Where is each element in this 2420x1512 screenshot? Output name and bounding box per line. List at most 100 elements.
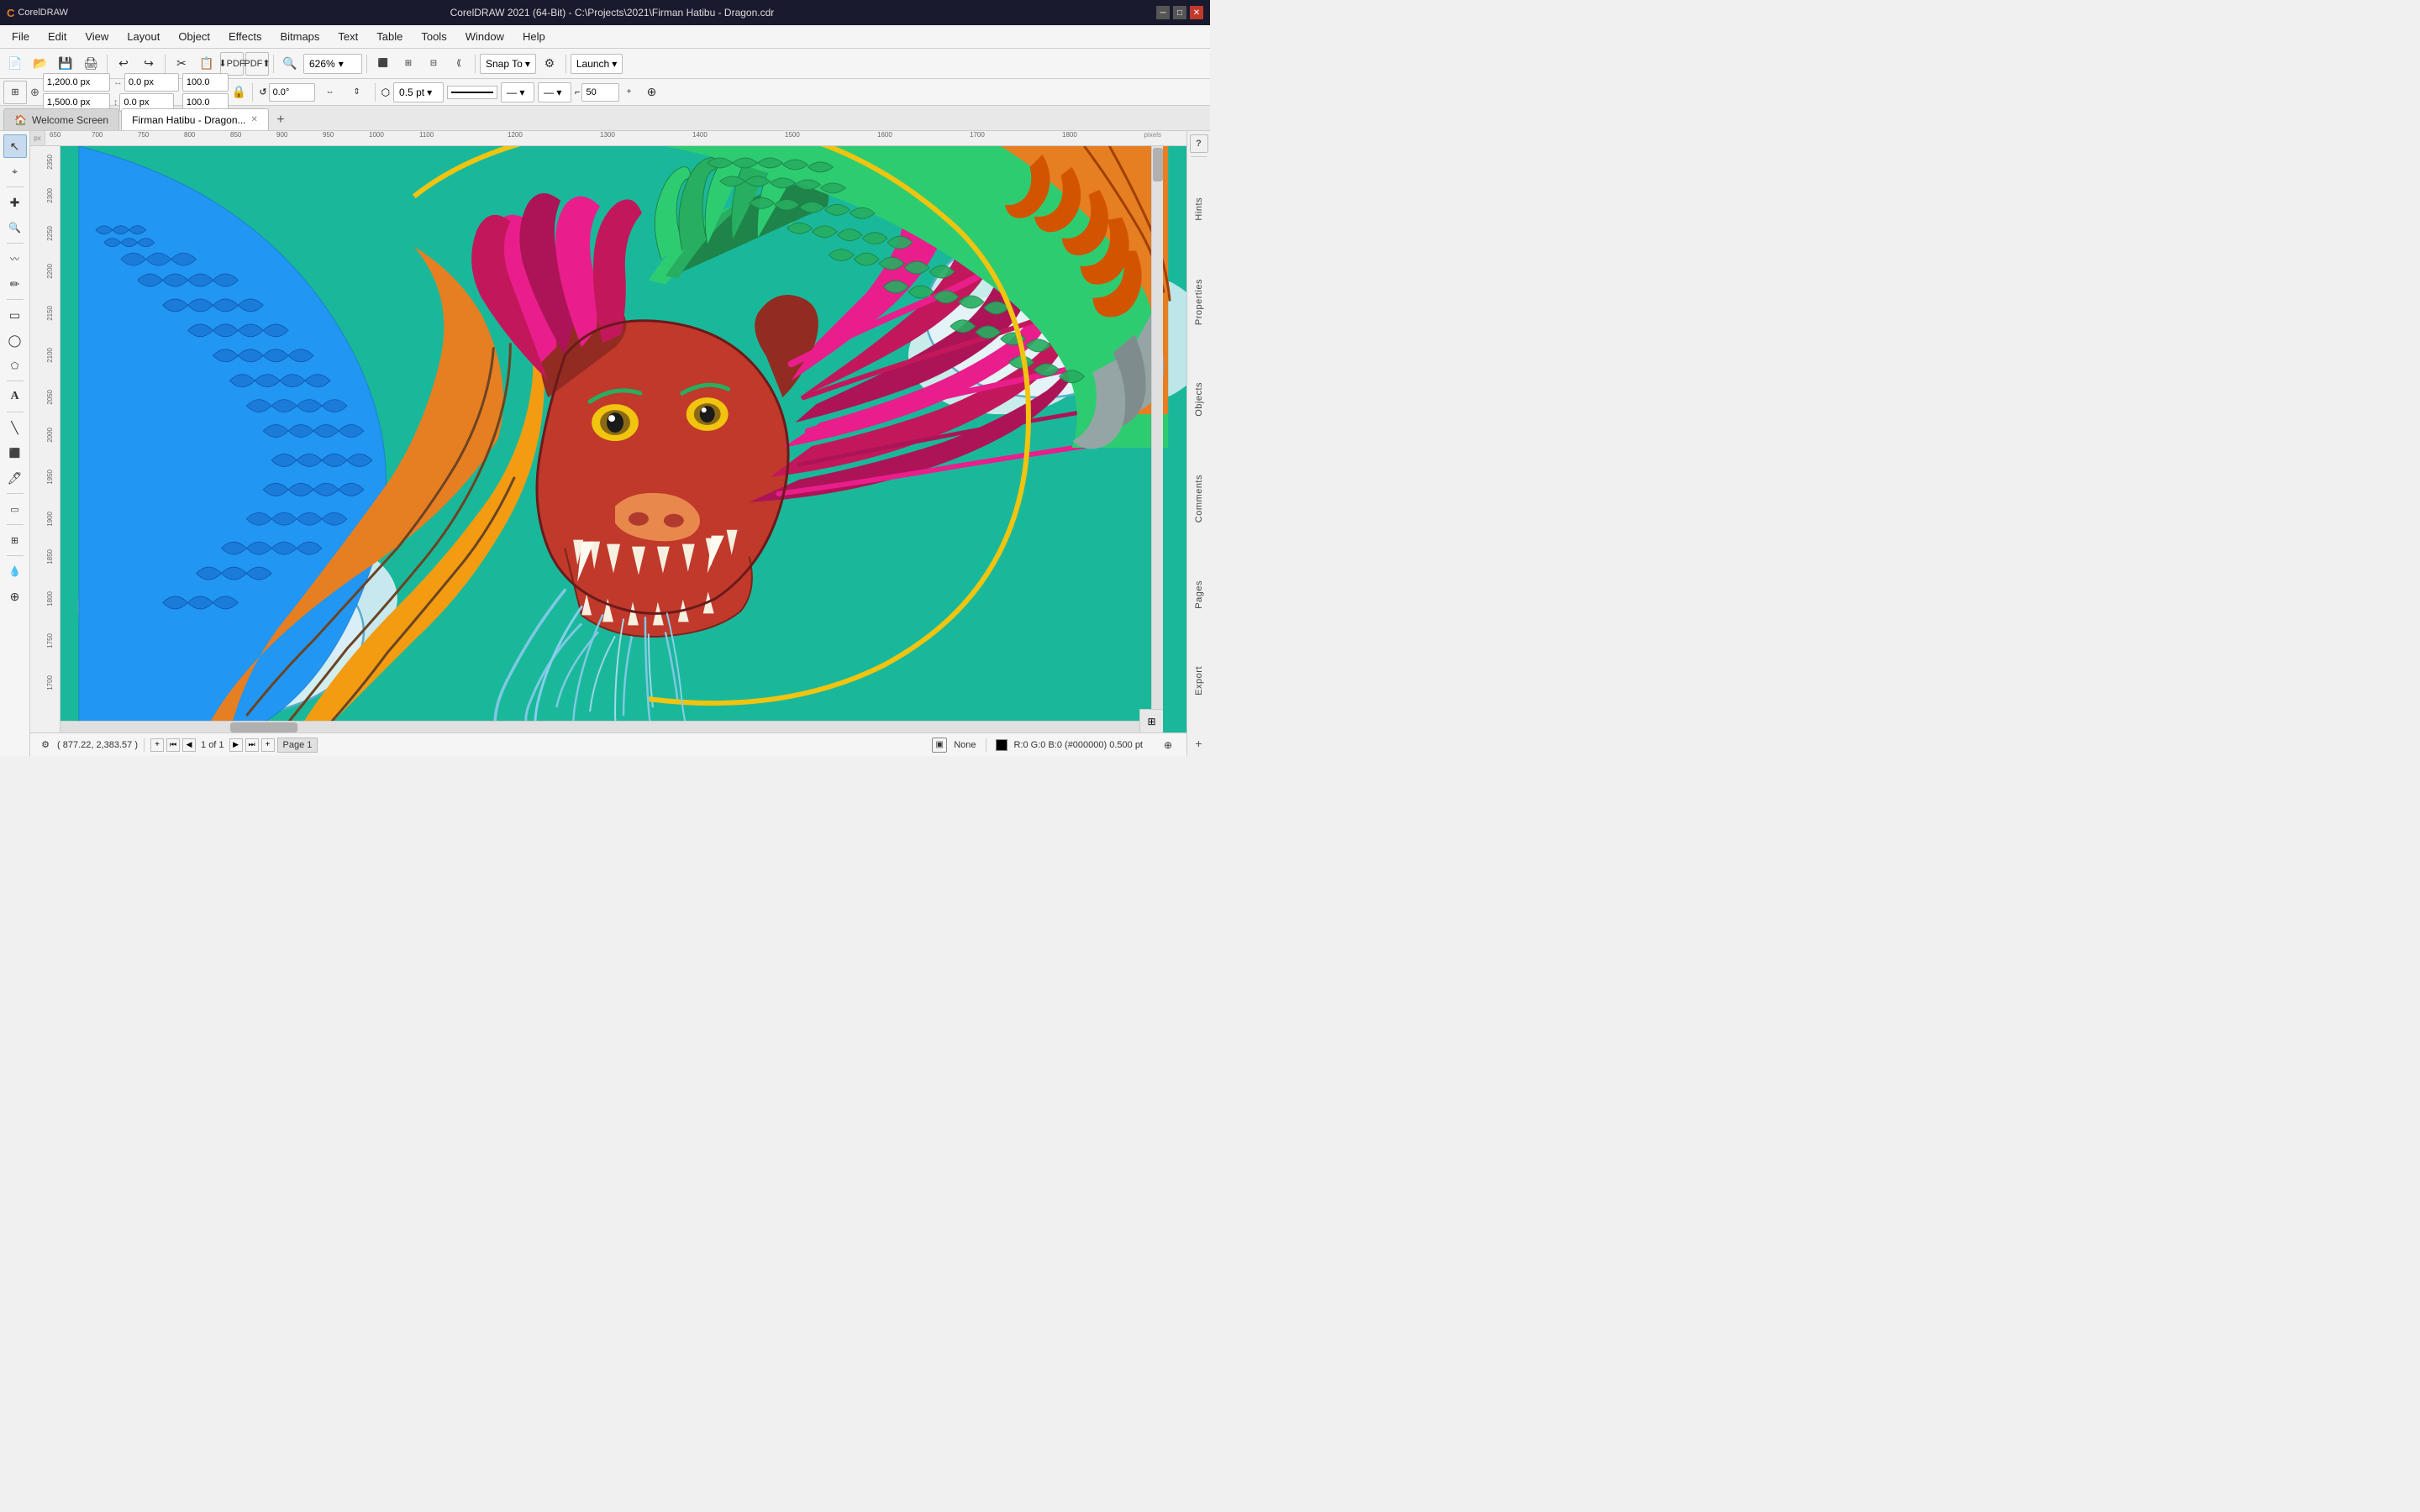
undo-button[interactable]: ↩ — [112, 52, 135, 76]
menu-file[interactable]: File — [3, 27, 38, 46]
crop-tool-button[interactable]: ✚ — [3, 191, 27, 214]
x-position-input[interactable] — [43, 73, 110, 92]
ruler-mark-1200: 1200 — [508, 131, 523, 139]
horizontal-scrollbar[interactable] — [60, 721, 1163, 732]
view3-button[interactable]: ⊟ — [422, 52, 445, 76]
flip-h-button[interactable]: ⇔ — [318, 81, 342, 104]
transparency-tool-button[interactable]: ⊞ — [3, 528, 27, 552]
corner-size-input[interactable] — [581, 83, 619, 102]
menu-help[interactable]: Help — [514, 27, 554, 46]
snap-dropdown[interactable]: Snap To ▾ — [480, 54, 536, 74]
print-button[interactable]: 🖨 — [79, 52, 103, 76]
pages-label[interactable]: Pages — [1192, 575, 1206, 614]
add-panel-button[interactable]: + — [1190, 734, 1208, 753]
select-tool-button[interactable]: ↖ — [3, 134, 27, 158]
arrow-start-dropdown[interactable]: — ▾ — [538, 82, 571, 102]
menu-bitmaps[interactable]: Bitmaps — [271, 27, 328, 46]
prev-page-button[interactable]: ◀ — [182, 738, 196, 752]
stroke-size-dropdown[interactable]: 0.5 pt ▾ — [393, 82, 444, 102]
ruler-left-mark-2200: 2200 — [46, 264, 54, 279]
width-pct-input[interactable] — [182, 73, 229, 92]
add-tab-button[interactable]: + — [271, 110, 291, 130]
save-button[interactable]: 💾 — [54, 52, 77, 76]
menu-table[interactable]: Table — [368, 27, 411, 46]
properties-label[interactable]: Properties — [1192, 274, 1206, 330]
tab-dragon[interactable]: Firman Hatibu - Dragon... ✕ — [121, 108, 269, 130]
menu-layout[interactable]: Layout — [118, 27, 168, 46]
settings-button[interactable]: ⚙ — [538, 52, 561, 76]
export-label[interactable]: Export — [1192, 661, 1206, 701]
hints-label[interactable]: Hints — [1192, 192, 1206, 226]
redo-button[interactable]: ↪ — [137, 52, 160, 76]
new-button[interactable]: 📄 — [3, 52, 27, 76]
objects-label[interactable]: Objects — [1192, 377, 1206, 422]
zoom-tool-button[interactable]: 🔍 — [3, 216, 27, 239]
minimize-button[interactable]: ─ — [1156, 6, 1170, 19]
node-tool-button[interactable]: ⌖ — [3, 160, 27, 183]
fill-button[interactable]: ▣ — [932, 738, 947, 753]
zoom-value: 626% — [309, 58, 335, 70]
export-button[interactable]: PDF⬆ — [245, 52, 269, 76]
menu-view[interactable]: View — [76, 27, 117, 46]
launch-dropdown[interactable]: Launch ▾ — [571, 54, 623, 74]
settings-status-button[interactable]: ⚙ — [37, 737, 54, 753]
freehand-tool-button[interactable]: 〰 — [3, 247, 27, 270]
last-page-button[interactable]: ⏭ — [245, 738, 259, 752]
close-button[interactable]: ✕ — [1190, 6, 1203, 19]
comments-label[interactable]: Comments — [1192, 470, 1206, 528]
vertical-scrollbar[interactable] — [1151, 146, 1163, 719]
shadow-tool-button[interactable]: ▭ — [3, 497, 27, 521]
eyedrop-tool-button[interactable]: 💧 — [3, 559, 27, 583]
first-page-button[interactable]: ⏮ — [166, 738, 180, 752]
menu-tools[interactable]: Tools — [413, 27, 455, 46]
zoom-out-button[interactable]: 🔍 — [278, 52, 302, 76]
zoom-fit-button[interactable]: ⊞ — [1139, 709, 1163, 732]
coordinates: ( 877.22, 2,383.57 ) — [57, 740, 138, 750]
import-button[interactable]: ⬇PDF — [220, 52, 244, 76]
vscroll-thumb[interactable] — [1153, 148, 1163, 181]
view4-button[interactable]: ⟪ — [447, 52, 471, 76]
menu-effects[interactable]: Effects — [220, 27, 271, 46]
rp-sep-1 — [1191, 156, 1207, 157]
stroke-dash-dropdown[interactable]: — ▾ — [501, 82, 534, 102]
next-page-button[interactable]: ▶ — [229, 738, 243, 752]
tab-close-icon[interactable]: ✕ — [251, 115, 258, 124]
copy-button[interactable]: 📋 — [195, 52, 218, 76]
canvas-area[interactable]: ⊞ — [60, 146, 1186, 732]
connector-tool-button[interactable]: ⊕ — [3, 585, 27, 608]
menu-text[interactable]: Text — [329, 27, 366, 46]
more-tools-button[interactable]: ⊕ — [639, 81, 663, 104]
ellipse-tool-button[interactable]: ◯ — [3, 328, 27, 352]
hints-button[interactable]: ? — [1190, 134, 1208, 153]
view1-button[interactable]: ⬛ — [371, 52, 395, 76]
fill-tool-button[interactable]: ⬛ — [3, 441, 27, 465]
rect-tool-button[interactable]: ▭ — [3, 303, 27, 327]
pen-tool-button[interactable]: ✏ — [3, 272, 27, 296]
ruler-left-mark-1900: 1900 — [46, 512, 54, 527]
menu-object[interactable]: Object — [170, 27, 218, 46]
text-tool-button[interactable]: A — [3, 385, 27, 408]
add-page2-button[interactable]: + — [261, 738, 275, 752]
select-mode-button[interactable]: ⊞ — [3, 81, 27, 104]
maximize-button[interactable]: □ — [1173, 6, 1186, 19]
corner-inc-button[interactable]: + — [621, 85, 636, 100]
x-coord-input[interactable] — [124, 73, 179, 92]
tab-welcome[interactable]: 🏠 Welcome Screen — [3, 108, 119, 130]
menu-edit[interactable]: Edit — [39, 27, 75, 46]
zoom-dropdown[interactable]: 626% ▾ — [303, 54, 362, 74]
line-tool-button[interactable]: ╲ — [3, 416, 27, 439]
open-button[interactable]: 📂 — [29, 52, 52, 76]
menu-window[interactable]: Window — [457, 27, 513, 46]
lock-icon[interactable]: 🔒 — [232, 85, 246, 99]
add-page-button[interactable]: + — [150, 738, 164, 752]
ruler-left-mark-2050: 2050 — [46, 390, 54, 405]
flip-v-button[interactable]: ⇕ — [345, 81, 369, 104]
poly-tool-button[interactable]: ⬠ — [3, 354, 27, 377]
cut-button[interactable]: ✂ — [170, 52, 193, 76]
paint-tool-button[interactable]: 🖊 — [3, 466, 27, 490]
rotation-input[interactable] — [269, 83, 315, 102]
view2-button[interactable]: ⊞ — [397, 52, 420, 76]
hscroll-thumb[interactable] — [230, 722, 297, 732]
snap-label: Snap To — [486, 58, 523, 70]
status-zoom-button[interactable]: ⊕ — [1156, 733, 1180, 757]
